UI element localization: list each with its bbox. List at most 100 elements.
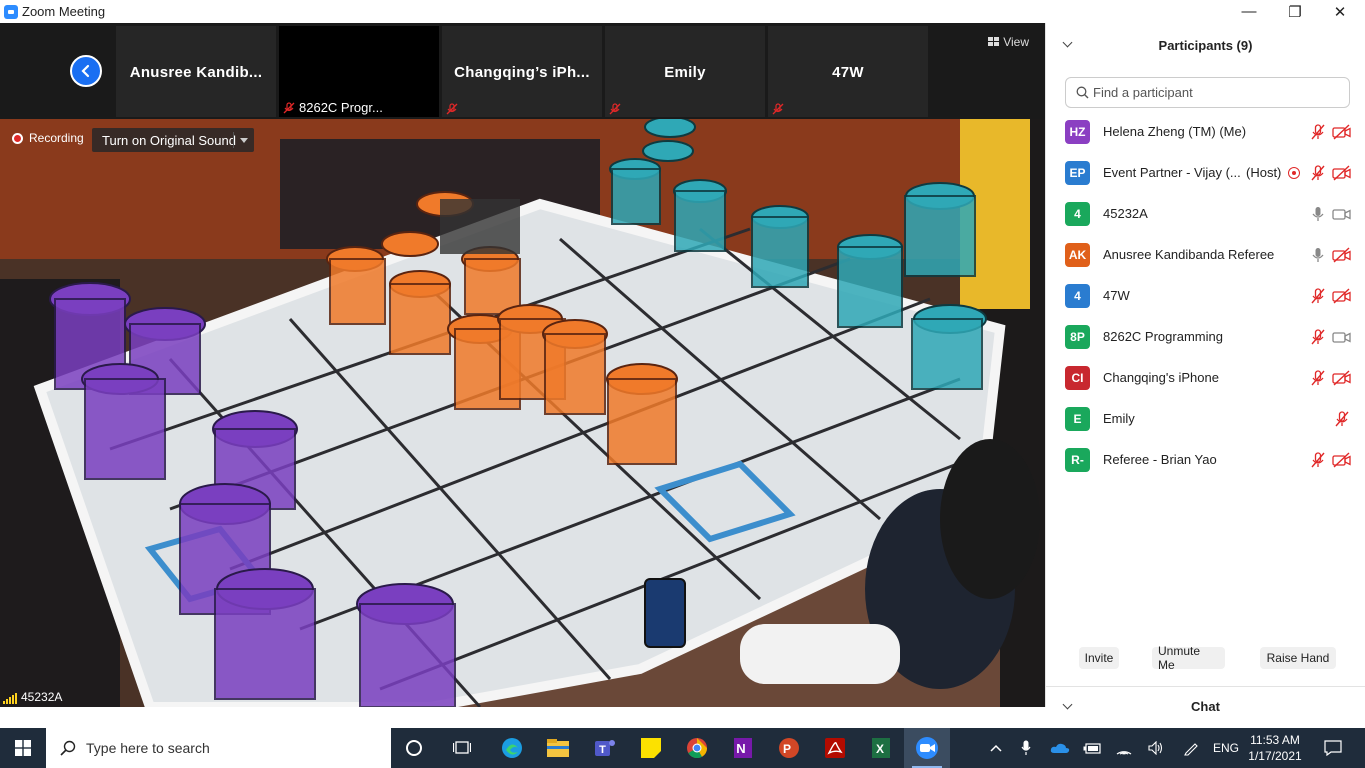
show-hidden-icons-button[interactable] [984,728,1008,768]
chat-header[interactable]: Chat [1046,686,1365,726]
onenote-button[interactable]: N [720,728,766,768]
mic-muted-icon [283,101,295,113]
microphone-icon [1021,740,1031,755]
pen-icon [1184,743,1198,756]
pen-tray[interactable] [1178,728,1204,768]
participant-tile[interactable]: Changqing’s iPh... [442,26,602,117]
wifi-tray[interactable] [1112,728,1136,768]
battery-tray[interactable] [1080,728,1104,768]
start-button[interactable] [0,728,46,768]
microphone-tray[interactable] [1014,728,1038,768]
participant-search-input[interactable] [1093,85,1333,100]
taskbar-clock[interactable]: 11:53 AM 1/17/2021 [1240,732,1310,764]
minimize-button[interactable]: — [1226,0,1272,23]
volume-tray[interactable] [1144,728,1168,768]
avatar: AK [1065,242,1090,267]
participant-row[interactable]: CI Changqing's iPhone [1046,357,1365,398]
clock-date: 1/17/2021 [1248,749,1302,763]
avatar: 4 [1065,201,1090,226]
participant-tile[interactable]: Emily [605,26,765,117]
zoom-icon [916,737,938,759]
participant-name: Anusree Kandibanda Referee [1103,247,1275,262]
previous-page-button[interactable] [70,55,102,87]
raise-hand-button[interactable]: Raise Hand [1260,647,1336,669]
close-button[interactable]: ✕ [1317,0,1363,23]
clock-time: 11:53 AM [1250,733,1300,747]
invite-button[interactable]: Invite [1079,647,1119,669]
file-explorer-button[interactable] [535,728,581,768]
battery-icon [1083,743,1101,754]
mic-icon[interactable] [1310,247,1326,263]
sticky-notes-button[interactable] [628,728,674,768]
expand-chat-icon[interactable] [1062,699,1073,710]
zoom-app-icon [4,4,18,19]
participant-row[interactable]: R- Referee - Brian Yao [1046,439,1365,480]
camera-off-icon[interactable] [1332,451,1352,468]
mic-muted-icon[interactable] [1334,410,1350,427]
mic-icon[interactable] [1310,206,1326,222]
mic-muted-icon[interactable] [1310,451,1326,468]
participant-row[interactable]: HZ Helena Zheng (TM) (Me) [1046,111,1365,152]
tile-name: Anusree Kandib... [129,64,263,81]
participant-row[interactable]: AK Anusree Kandibanda Referee [1046,234,1365,275]
video-frame-image [0,119,1045,707]
recording-label: Recording [29,131,84,145]
onedrive-tray[interactable] [1046,728,1074,768]
mic-muted-icon[interactable] [1310,123,1326,140]
unmute-me-button[interactable]: Unmute Me [1152,644,1225,672]
view-button[interactable]: View [988,35,1029,49]
participant-name: 8262C Programming [1103,329,1223,344]
participant-search[interactable] [1065,77,1350,108]
excel-button[interactable]: X [858,728,904,768]
teams-button[interactable]: T [582,728,628,768]
mic-muted-icon[interactable] [1310,164,1326,181]
participant-row[interactable]: 4 47W [1046,275,1365,316]
zoom-taskbar-button[interactable] [904,728,950,768]
participant-row[interactable]: E Emily [1046,398,1365,439]
chrome-icon [687,738,708,759]
file-explorer-icon [547,739,569,757]
avatar: EP [1065,160,1090,185]
edge-icon [502,738,522,758]
edge-button[interactable] [489,728,535,768]
task-view-button[interactable] [439,728,485,768]
participant-actions: Invite Unmute Me Raise Hand [1046,644,1365,672]
mic-muted-icon[interactable] [1310,287,1326,304]
chrome-button[interactable] [674,728,720,768]
main-video[interactable]: Recording Turn on Original Sound 45232A [0,119,1045,707]
powerpoint-icon: P [779,738,799,758]
participant-name: Event Partner - Vijay (... [1103,165,1241,180]
cortana-button[interactable] [391,728,437,768]
restore-button[interactable]: ❐ [1272,0,1318,23]
mic-muted-icon[interactable] [1310,328,1326,345]
language-indicator[interactable]: ENG [1210,728,1242,768]
collapse-participants-icon[interactable] [1062,37,1073,48]
tile-name: Changqing’s iPh... [454,64,590,81]
camera-off-icon[interactable] [1332,369,1352,386]
acrobat-button[interactable] [812,728,858,768]
participant-name: Referee - Brian Yao [1103,452,1217,467]
action-center-button[interactable] [1318,728,1348,768]
camera-off-icon[interactable] [1332,123,1352,140]
original-sound-button[interactable]: Turn on Original Sound [92,128,254,152]
participant-tile[interactable]: Anusree Kandib... [116,26,276,117]
participant-row[interactable]: 8P 8262C Programming [1046,316,1365,357]
mic-muted-icon[interactable] [1310,369,1326,386]
participant-row[interactable]: 4 45232A [1046,193,1365,234]
participant-tile[interactable]: 47W [768,26,928,117]
participant-row[interactable]: EP Event Partner - Vijay (... (Host) [1046,152,1365,193]
recording-icon [12,132,23,144]
recording-indicator: Recording [12,131,84,145]
camera-off-icon[interactable] [1332,287,1352,304]
camera-icon[interactable] [1332,329,1352,345]
powerpoint-button[interactable]: P [766,728,812,768]
taskbar-search[interactable]: Type here to search [46,728,391,768]
chevron-down-icon[interactable] [240,138,248,143]
acrobat-icon [825,738,845,758]
signal-strength-icon [3,693,17,704]
camera-off-icon[interactable] [1332,164,1352,181]
camera-icon[interactable] [1332,206,1352,222]
participant-name: 45232A [1103,206,1148,221]
camera-off-icon[interactable] [1332,246,1352,263]
participant-tile[interactable]: 8262C Progr... [279,26,439,117]
